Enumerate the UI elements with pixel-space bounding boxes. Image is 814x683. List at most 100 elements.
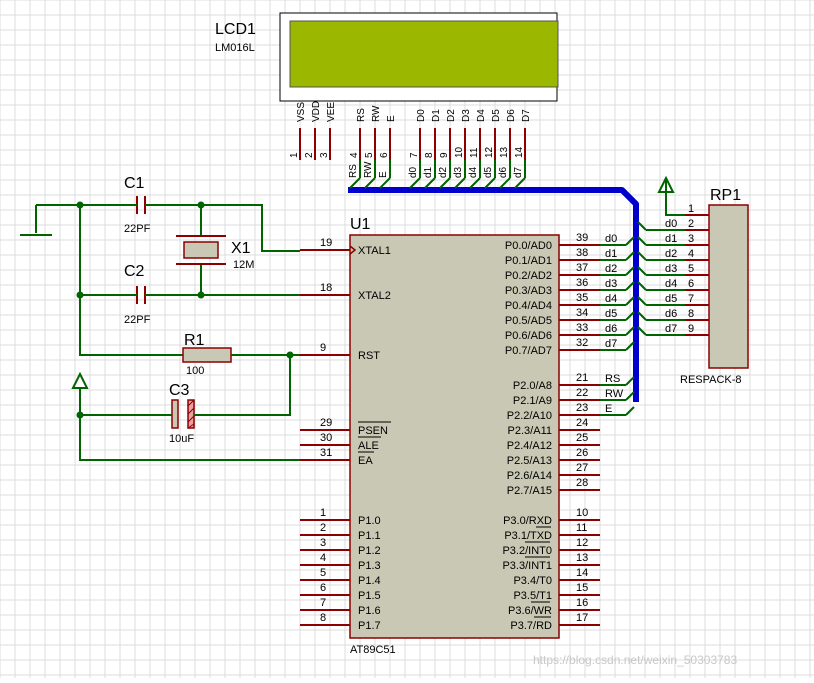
lcd-pin-number: 1: [289, 152, 300, 158]
lcd-pin-rs[interactable]: RS 4: [349, 108, 367, 160]
mcu-pin-label: P1.0: [358, 515, 381, 527]
watermark-text: https://blog.csdn.net/weixin_50303783: [533, 653, 737, 667]
lcd-pin-number: 10: [454, 146, 465, 158]
rpack-pin-number: 5: [688, 263, 694, 275]
crystal-x1[interactable]: X1 12M: [176, 205, 254, 295]
x1-value: 12M: [233, 259, 254, 271]
lcd-pin-d0[interactable]: D0 7: [409, 109, 427, 160]
mcu-pin-number: 11: [576, 522, 587, 534]
mcu-pin-number: 17: [576, 612, 588, 624]
mcu-pin-number: 6: [320, 582, 326, 594]
rpack-net-label: d1: [665, 233, 677, 245]
lcd-pin-name: D2: [446, 109, 457, 122]
mcu-pin-label: P0.7/AD7: [505, 345, 552, 357]
rpack-pin-number: 1: [688, 203, 694, 215]
mcu-pin-label: P1.4: [358, 575, 381, 587]
r1-ref: R1: [184, 332, 205, 349]
lcd-net-label: d1: [423, 166, 434, 178]
lcd-pin-name: D6: [506, 109, 517, 122]
mcu-pin-number: 4: [320, 552, 326, 564]
rpack-pin-number: 2: [688, 218, 694, 230]
resistor-r1[interactable]: R1 100: [182, 332, 232, 377]
capacitor-c3[interactable]: C3 10uF: [169, 382, 195, 445]
c1-value: 22PF: [124, 223, 151, 235]
mcu-pin-label: P0.1/AD1: [505, 255, 552, 267]
rpack-pin-number: 9: [688, 323, 694, 335]
lcd-pin-name: RS: [356, 108, 367, 122]
lcd-pin-name: D4: [476, 109, 487, 122]
mcu-pin-number: 10: [576, 507, 588, 519]
mcu-pin-label: P1.2: [358, 545, 381, 557]
mcu-pin-label: ALE: [358, 440, 379, 452]
rpack-model: RESPACK-8: [680, 374, 742, 386]
lcd-pin-name: D1: [431, 109, 442, 122]
lcd-module[interactable]: LCD1 LM016L VSS 1 VDD 2 VEE 3 RS 4 RW 5 E 6 D0 7 D1 8 D2…: [215, 12, 559, 160]
lcd-pin-number: 7: [409, 152, 420, 158]
mcu-pin-label: P1.5: [358, 590, 381, 602]
lcd-net-label: E: [378, 171, 389, 178]
lcd-pin-name: D7: [521, 109, 532, 122]
mcu-pin-label: P0.2/AD2: [505, 270, 552, 282]
rpack-pin-number: 4: [688, 248, 694, 260]
lcd-net-label: d6: [498, 166, 509, 178]
mcu-pin-number: 3: [320, 537, 326, 549]
junction-dot: [76, 201, 84, 209]
mcu-pin-label: P2.0/A8: [513, 380, 552, 392]
junction-dot: [76, 291, 84, 299]
mcu-net-label: d4: [605, 293, 617, 305]
lcd-pin-name: D3: [461, 109, 472, 122]
mcu-pin-number: 19: [320, 237, 332, 249]
mcu-pin-number: 26: [576, 447, 588, 459]
mcu-pin-number: 37: [576, 262, 588, 274]
rpack-net-label: d3: [665, 263, 677, 275]
lcd-net-label: RS: [348, 164, 359, 178]
mcu-pin-label: XTAL2: [358, 290, 391, 302]
mcu-pin-label: P3.5/T1: [513, 590, 552, 602]
mcu-pin-label: P3.6/WR: [508, 605, 552, 617]
c3-value: 10uF: [169, 433, 194, 445]
mcu-pin-number: 30: [320, 432, 332, 444]
mcu-pin-label: RST: [358, 350, 380, 362]
mcu-pin-number: 18: [320, 282, 332, 294]
mcu-pin-number: 1: [320, 507, 326, 519]
junction-dot: [76, 411, 84, 419]
lcd-screen: [289, 20, 559, 88]
mcu-pin-number: 16: [576, 597, 588, 609]
c3-right-wire: [203, 355, 291, 416]
mcu-model: AT89C51: [350, 644, 396, 656]
lcd-net-label: d0: [408, 166, 419, 178]
lcd-pins: VSS 1 VDD 2 VEE 3 RS 4 RW 5 E 6 D0 7 D1 8 D2 9 D3 10 D4 11 D5 1…: [289, 101, 532, 160]
mcu-pin-number: 25: [576, 432, 588, 444]
rpack-net-label: d6: [665, 308, 677, 320]
mcu-net-label: d6: [605, 323, 617, 335]
mcu-pin-number: 28: [576, 477, 588, 489]
junction-dot: [197, 201, 205, 209]
rpack-pin-number: 6: [688, 278, 694, 290]
mcu-pin-label: P0.4/AD4: [505, 300, 552, 312]
lcd-net-label: d4: [468, 166, 479, 178]
lcd-pin-number: 11: [469, 147, 480, 158]
lcd-pin-number: 6: [379, 152, 390, 158]
mcu-pin-label: P3.2/INT0: [502, 545, 552, 557]
lcd-pin-number: 4: [349, 152, 360, 158]
mcu-net-label: d5: [605, 308, 617, 320]
c2-value: 22PF: [124, 314, 151, 326]
mcu-net-label: d3: [605, 278, 617, 290]
mcu-pin-number: 24: [576, 417, 588, 429]
junction-dot: [286, 351, 294, 359]
rpack-net-label: d7: [665, 323, 677, 335]
lcd-net-label: d2: [438, 166, 449, 178]
lcd-pin-vss[interactable]: VSS 1: [289, 102, 307, 160]
lcd-pin-number: 9: [439, 152, 450, 158]
mcu-pin-label: P1.7: [358, 620, 381, 632]
mcu-pin-label: P3.1/TXD: [504, 530, 552, 542]
mcu-bus-stubs: d0 d1 d2 d3 d4 d5 d6 d7 RS RW Ed0 d1 d2 d3 d4 d5 d6 d7: [600, 218, 685, 416]
lcd-net-label: d7: [513, 166, 524, 178]
mcu-net-label: RW: [605, 388, 624, 400]
lcd-pin-number: 14: [514, 146, 525, 158]
mcu-pin-number: 15: [576, 582, 588, 594]
mcu-pin-label: P1.3: [358, 560, 381, 572]
mcu-pin-number: 2: [320, 522, 326, 534]
lcd-pin-number: 8: [424, 152, 435, 158]
lcd-pin-name: RW: [371, 105, 382, 122]
